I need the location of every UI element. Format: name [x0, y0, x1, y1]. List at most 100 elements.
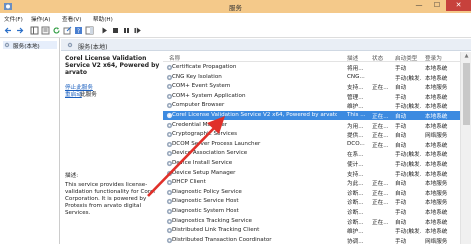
restart-icon[interactable]: [133, 26, 142, 35]
service-logon-cell: 本地服务: [425, 200, 448, 207]
menu-help[interactable]: 帮助(H): [93, 15, 113, 23]
service-description-cell: 为此...: [347, 181, 364, 188]
close-button[interactable]: ✕: [446, 0, 471, 11]
vertical-scrollbar[interactable]: ▲: [460, 52, 471, 244]
service-name-cell: Diagnostic Service Host: [172, 198, 239, 205]
column-header-status[interactable]: 状态: [372, 54, 383, 62]
maximize-button[interactable]: ☐: [428, 0, 446, 11]
console-tree: 服务(本地): [0, 38, 60, 244]
show-hide-icon[interactable]: [85, 26, 94, 35]
service-description-cell: CNG...: [347, 73, 365, 80]
table-row[interactable]: COM+ Event System 支持... 正在... 自动 本地服务: [163, 82, 460, 91]
service-startup-cell: 手动: [395, 210, 407, 216]
table-row[interactable]: Device Association Service 在系... 手动(触发... 本…: [163, 149, 460, 158]
service-logon-cell: 本地系统: [425, 75, 448, 82]
table-row[interactable]: Diagnostic Policy Service 诊断... 正在... 自动 本地服…: [163, 188, 460, 197]
table-row[interactable]: Device Setup Manager 支持... 手动(触发... 本地系统: [163, 169, 460, 178]
table-row[interactable]: Diagnostics Tracking Service 诊断... 正在... 自动…: [163, 217, 460, 226]
service-logon-cell: 本地系统: [425, 123, 448, 130]
table-row[interactable]: Distributed Transaction Coordinator 协调...…: [163, 236, 460, 244]
table-row[interactable]: DHCP Client 为此... 正在... 自动 本地服务: [163, 178, 460, 187]
table-row[interactable]: CNG Key Isolation CNG... 手动(触发... 本地系统: [163, 73, 460, 82]
service-status-cell: 正在...: [372, 123, 389, 130]
service-description-cell: 支持...: [347, 171, 364, 178]
service-logon-cell: 网络服务: [425, 133, 448, 140]
service-startup-cell: 自动: [395, 133, 407, 140]
minimize-button[interactable]: —: [410, 0, 428, 11]
help-icon[interactable]: ?: [74, 26, 83, 35]
service-description-cell: 为用...: [347, 123, 364, 130]
service-description-cell: 维护...: [347, 229, 364, 236]
services-gear-icon: [4, 42, 10, 48]
table-row[interactable]: Corel License Validation Service V2 x64,…: [163, 111, 460, 120]
service-name-cell: Computer Browser: [172, 102, 225, 109]
service-description-cell: 诊断...: [347, 190, 364, 197]
play-icon[interactable]: [100, 26, 109, 35]
back-arrow-icon[interactable]: [4, 26, 13, 35]
services-gear-icon: [67, 42, 73, 48]
column-header-name[interactable]: 名称: [169, 54, 180, 62]
service-name-cell: Distributed Link Tracking Client: [172, 227, 260, 234]
services-header: 服务(本地): [61, 39, 471, 51]
service-startup-cell: 手动: [395, 200, 407, 207]
service-description-cell: 诊断...: [347, 200, 364, 207]
service-name-cell: CNG Key Isolation: [172, 73, 222, 80]
service-logon-cell: 本地系统: [425, 210, 448, 216]
menu-action[interactable]: 操作(A): [31, 15, 50, 23]
service-status-cell: 正在...: [372, 190, 389, 197]
console-tree-icon[interactable]: [30, 26, 39, 35]
service-status-cell: 正在...: [372, 181, 389, 188]
selected-service-name: Corel License Validation Service V2 x64,…: [65, 55, 160, 76]
description-label: 描述:: [65, 173, 79, 179]
table-row[interactable]: Diagnostic Service Host 诊断... 正在... 手动 本地服务: [163, 197, 460, 206]
export-icon[interactable]: [63, 26, 72, 35]
service-description-cell: DCO...: [347, 140, 365, 147]
column-header-startup[interactable]: 启动类型: [395, 54, 417, 62]
table-row[interactable]: Diagnostic System Host 诊断... 手动 本地系统: [163, 207, 460, 216]
service-name-cell: DHCP Client: [172, 179, 206, 186]
table-row[interactable]: Certificate Propagation 将用... 手动 本地系统: [163, 63, 460, 72]
service-name-cell: Diagnostic System Host: [172, 208, 239, 214]
table-row[interactable]: Credential Manager 为用... 正在... 手动 本地系统: [163, 121, 460, 130]
service-description-cell: 支持...: [347, 85, 364, 92]
refresh-icon[interactable]: [52, 26, 61, 35]
service-description-cell: 在系...: [347, 152, 364, 159]
menu-view[interactable]: 查看(V): [62, 15, 81, 23]
service-startup-cell: 手动: [395, 238, 407, 244]
service-startup-cell: 手动(触发...: [395, 171, 421, 178]
service-description-cell: 将用...: [347, 66, 364, 72]
service-status-cell: 正在...: [372, 200, 389, 207]
service-description-cell: 维护...: [347, 104, 364, 111]
properties-icon[interactable]: [41, 26, 50, 35]
scroll-thumb[interactable]: [463, 63, 470, 125]
service-logon-cell: 本地系统: [425, 142, 448, 149]
service-description-cell: 诊断...: [347, 219, 364, 226]
service-description-cell: This ...: [347, 112, 366, 118]
tree-item-services-local[interactable]: 服务(本地): [3, 41, 57, 50]
service-name-cell: Distributed Transaction Coordinator: [172, 236, 272, 243]
table-row[interactable]: DCOM Server Process Launcher DCO... 正在... 自…: [163, 140, 460, 149]
table-row[interactable]: Device Install Service 使计... 手动(触发... 本地系统: [163, 159, 460, 168]
column-header-description[interactable]: 描述: [347, 54, 358, 62]
title-bar[interactable]: 服务 — ☐ ✕: [0, 0, 471, 13]
service-status-cell: 正在...: [372, 133, 389, 140]
service-name-cell: COM+ System Application: [172, 92, 246, 99]
service-logon-cell: 网络服务: [425, 238, 448, 244]
column-header-logon[interactable]: 登录为: [425, 54, 442, 62]
service-logon-cell: 本地服务: [425, 190, 448, 197]
services-window: 服务 — ☐ ✕ 文件(F) 操作(A) 查看(V) 帮助(H) ? 服务(本地…: [0, 0, 471, 244]
forward-arrow-icon[interactable]: [15, 26, 24, 35]
table-row[interactable]: Cryptographic Services 提供... 正在... 自动 网络服务: [163, 130, 460, 139]
table-row[interactable]: Computer Browser 维护... 手动(触发... 本地系统: [163, 101, 460, 110]
pause-icon[interactable]: [122, 26, 131, 35]
tree-item-label: 服务(本地): [13, 44, 40, 50]
stop-icon[interactable]: [111, 26, 120, 35]
scroll-up-icon[interactable]: ▲: [462, 52, 471, 61]
service-logon-cell: 本地系统: [425, 152, 448, 159]
table-row[interactable]: Distributed Link Tracking Client 维护... 手动(…: [163, 226, 460, 235]
service-logon-cell: 本地服务: [425, 85, 448, 92]
service-logon-cell: 本地系统: [425, 114, 448, 120]
menu-file[interactable]: 文件(F): [4, 15, 23, 23]
service-startup-cell: 自动: [395, 181, 407, 188]
table-row[interactable]: COM+ System Application 管理... 手动 本地系统: [163, 92, 460, 101]
